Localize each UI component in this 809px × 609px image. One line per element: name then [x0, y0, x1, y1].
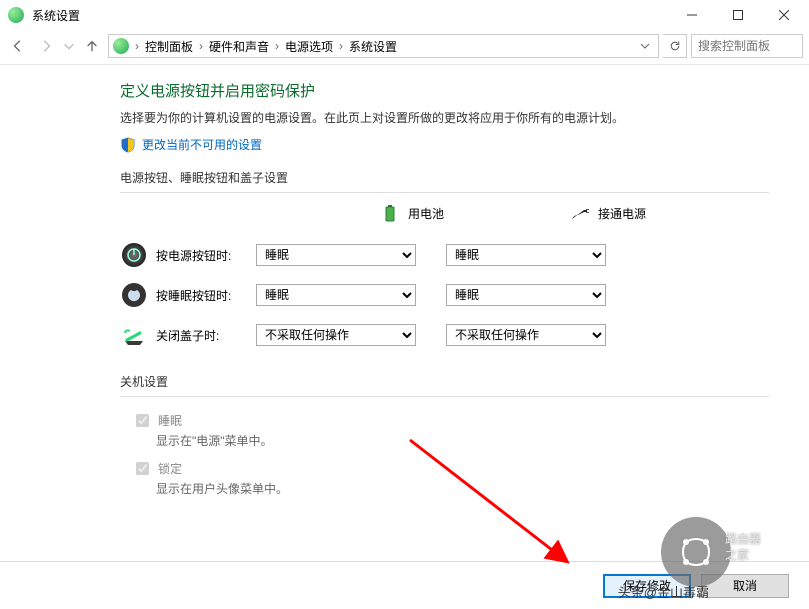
minimize-button[interactable] — [669, 0, 715, 30]
row-label-power-button: 按电源按钮时: — [156, 247, 256, 264]
shutdown-lock-checkbox: 锁定 — [132, 459, 182, 478]
checkbox-lock-desc: 显示在用户头像菜单中。 — [156, 480, 769, 497]
chevron-right-icon[interactable]: › — [337, 39, 345, 53]
lid-close-battery-select[interactable]: 不采取任何操作 — [256, 324, 416, 346]
sleep-button-battery-select[interactable]: 睡眠 — [256, 284, 416, 306]
recent-dropdown[interactable] — [62, 34, 76, 58]
breadcrumb[interactable]: 硬件和声音 — [207, 38, 271, 55]
power-icon — [120, 241, 148, 269]
chevron-down-icon[interactable] — [636, 41, 654, 51]
group-label-shutdown: 关机设置 — [120, 373, 769, 390]
power-button-plugged-select[interactable]: 睡眠 — [446, 244, 606, 266]
close-button[interactable] — [761, 0, 807, 30]
app-icon — [8, 7, 24, 23]
control-panel-icon — [113, 38, 129, 54]
refresh-button[interactable] — [663, 34, 687, 58]
search-box[interactable] — [691, 34, 803, 58]
checkbox-sleep — [136, 414, 149, 427]
power-button-battery-select[interactable]: 睡眠 — [256, 244, 416, 266]
chevron-right-icon[interactable]: › — [197, 39, 205, 53]
sleep-button-plugged-select[interactable]: 睡眠 — [446, 284, 606, 306]
row-label-lid-close: 关闭盖子时: — [156, 327, 256, 344]
cancel-button[interactable]: 取消 — [701, 574, 789, 598]
credit-text: 头条@金山毒霸 — [618, 582, 709, 601]
page-subtitle: 选择要为你的计算机设置的电源设置。在此页上对设置所做的更改将应用于你所有的电源计… — [120, 109, 769, 126]
battery-icon — [380, 203, 400, 223]
forward-button[interactable] — [34, 34, 58, 58]
row-label-sleep-button: 按睡眠按钮时: — [156, 287, 256, 304]
column-battery-label: 用电池 — [408, 205, 444, 222]
back-button[interactable] — [6, 34, 30, 58]
address-bar[interactable]: › 控制面板 › 硬件和声音 › 电源选项 › 系统设置 — [108, 34, 659, 58]
breadcrumb[interactable]: 电源选项 — [283, 38, 335, 55]
checkbox-lock — [136, 462, 149, 475]
up-button[interactable] — [80, 34, 104, 58]
breadcrumb[interactable]: 控制面板 — [143, 38, 195, 55]
chevron-right-icon[interactable]: › — [273, 39, 281, 53]
divider — [0, 64, 809, 65]
column-plugged-label: 接通电源 — [598, 205, 646, 222]
breadcrumb[interactable]: 系统设置 — [347, 38, 399, 55]
shutdown-sleep-checkbox: 睡眠 — [132, 411, 182, 430]
laptop-lid-icon — [120, 321, 148, 349]
group-label-buttons: 电源按钮、睡眠按钮和盖子设置 — [120, 169, 769, 186]
maximize-button[interactable] — [715, 0, 761, 30]
checkbox-sleep-desc: 显示在"电源"菜单中。 — [156, 432, 769, 449]
window-title: 系统设置 — [32, 7, 669, 24]
chevron-right-icon[interactable]: › — [133, 39, 141, 53]
change-unavailable-settings-link[interactable]: 更改当前不可用的设置 — [142, 136, 262, 153]
page-title: 定义电源按钮并启用密码保护 — [120, 80, 769, 101]
plug-icon — [570, 203, 590, 223]
checkbox-lock-label: 锁定 — [158, 460, 182, 477]
search-input[interactable] — [696, 38, 798, 54]
checkbox-sleep-label: 睡眠 — [158, 412, 182, 429]
lid-close-plugged-select[interactable]: 不采取任何操作 — [446, 324, 606, 346]
sleep-icon — [120, 281, 148, 309]
shield-icon — [120, 137, 136, 153]
